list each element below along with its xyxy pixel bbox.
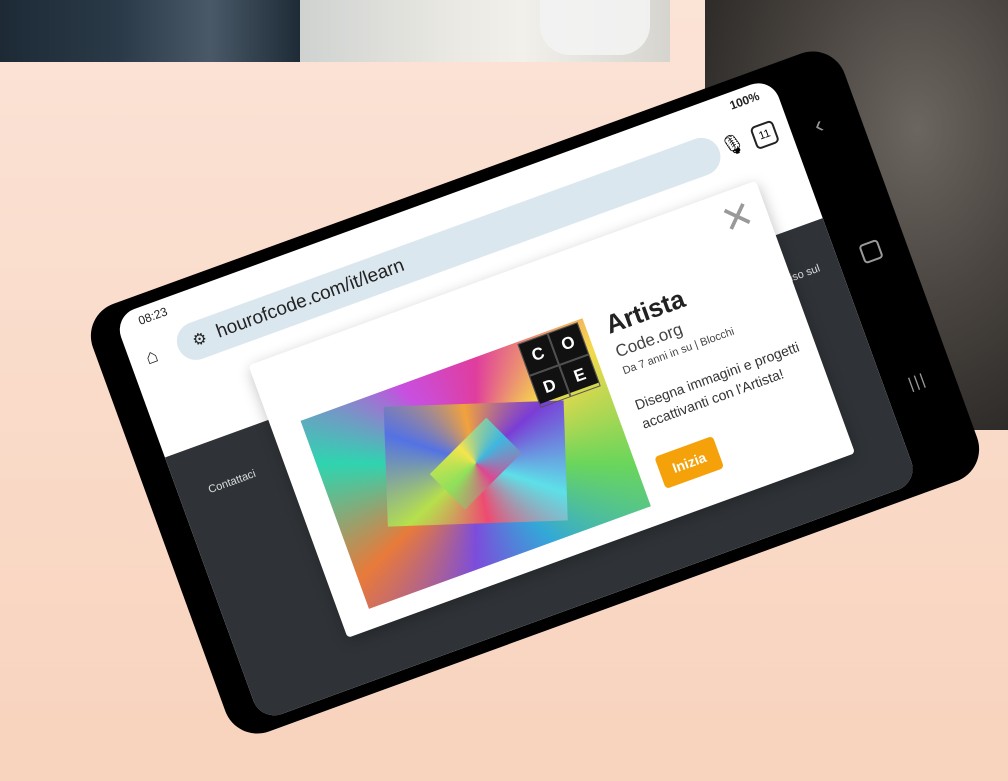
background-photo-classroom	[0, 0, 300, 62]
back-icon[interactable]: ‹	[810, 111, 827, 140]
home-button-icon[interactable]	[858, 238, 884, 265]
microphone-icon[interactable]: 🎙	[717, 129, 749, 161]
background-photo-drawing	[300, 0, 670, 62]
tabs-count-button[interactable]: 11	[749, 119, 781, 151]
contact-link[interactable]: Contattaci	[207, 468, 258, 496]
site-settings-icon[interactable]: ⚙	[190, 329, 209, 350]
status-time: 08:23	[136, 304, 170, 328]
phone-screen: 08:23 100% ⌂ ⚙ hourofcode.com/it/learn 🎙…	[113, 77, 919, 722]
phone-device: 08:23 100% ⌂ ⚙ hourofcode.com/it/learn 🎙…	[81, 41, 989, 744]
close-icon[interactable]: ✕	[715, 191, 760, 244]
home-icon[interactable]: ⌂	[142, 345, 161, 371]
recent-apps-icon[interactable]: |||	[906, 371, 930, 394]
start-button[interactable]: Inizia	[654, 435, 725, 490]
